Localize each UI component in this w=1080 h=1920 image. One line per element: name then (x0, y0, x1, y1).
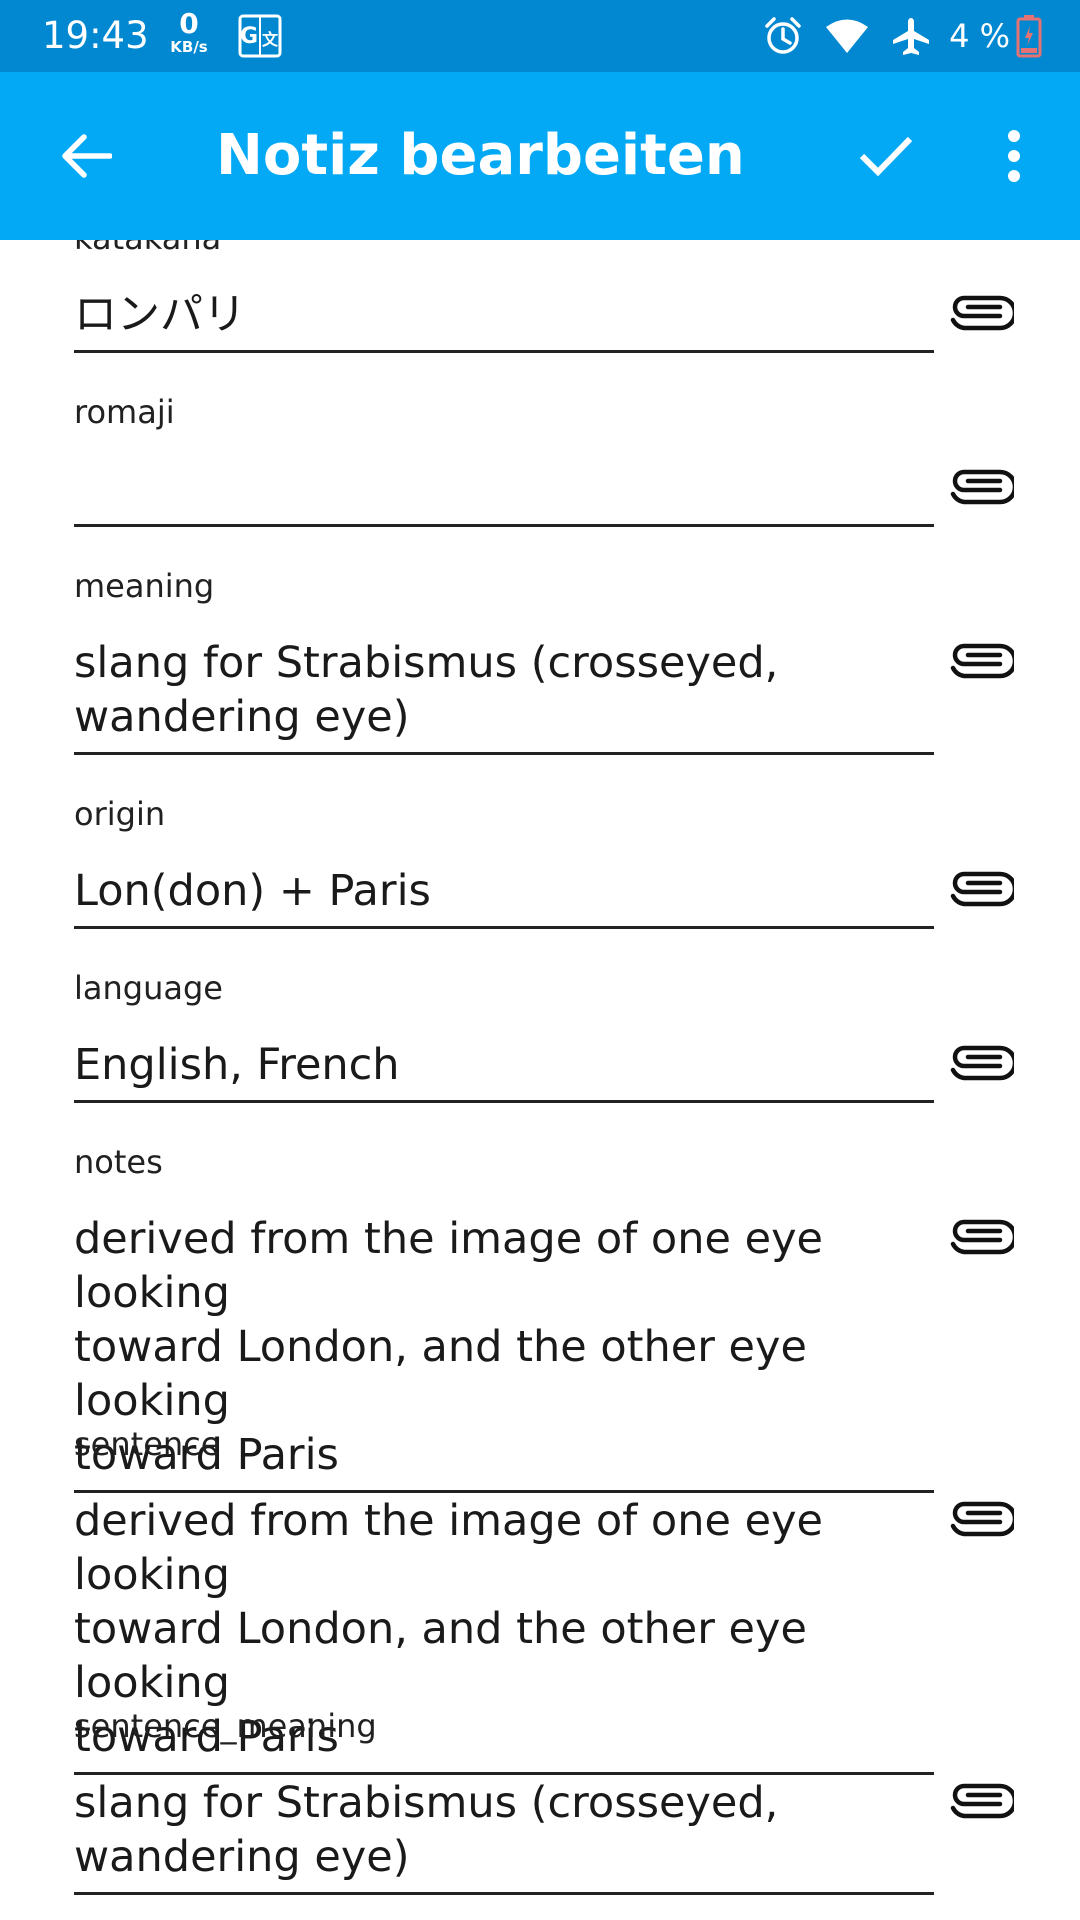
paperclip-icon[interactable] (950, 1040, 1018, 1086)
field-romaji: romaji (0, 382, 1080, 556)
field-input[interactable]: ロンパリ (74, 288, 934, 353)
field-notes: notes derived from the image of one eye … (0, 1132, 1080, 1493)
field-sentence-meaning: sentence_meaning slang for Strabismus (c… (0, 1696, 1080, 1920)
field-input[interactable]: English, French (74, 1038, 934, 1103)
paperclip-icon[interactable] (950, 1214, 1018, 1260)
google-translate-icon: G 文 (238, 14, 282, 58)
field-katakana: katakana ロンパリ (0, 240, 1080, 382)
field-meaning: meaning slang for Strabismus (crosseyed,… (0, 556, 1080, 784)
more-options-button[interactable] (976, 118, 1052, 194)
wifi-icon (825, 18, 869, 54)
paperclip-icon[interactable] (950, 1496, 1018, 1542)
field-sentence: sentence derived from the image of one e… (0, 1414, 1080, 1775)
status-icons: 4 % (741, 14, 1042, 58)
svg-text:G: G (240, 24, 258, 49)
field-label: sentence_meaning (74, 1707, 377, 1745)
arrow-back-icon (62, 134, 112, 178)
alarm-icon (763, 16, 803, 56)
battery-low-icon (1016, 14, 1042, 58)
app-bar: Notiz bearbeiten (0, 72, 1080, 240)
field-label: language (74, 969, 223, 1007)
field-label: romaji (74, 393, 175, 431)
field-origin: origin Lon(don) + Paris (0, 784, 1080, 958)
network-speed: 0 KB/s (162, 10, 216, 55)
note-editor-content[interactable]: katakana ロンパリ romaji meaning slang for S… (0, 240, 1080, 1920)
field-input[interactable]: slang for Strabismus (crosseyed, wanderi… (74, 1776, 934, 1895)
field-list: katakana ロンパリ romaji meaning slang for S… (0, 240, 1080, 1920)
field-label: notes (74, 1143, 163, 1181)
paperclip-icon[interactable] (950, 464, 1018, 510)
field-input[interactable] (74, 462, 934, 527)
network-speed-value: 0 (179, 7, 199, 40)
network-speed-unit: KB/s (170, 38, 208, 56)
airplane-icon (891, 16, 931, 56)
page-title: Notiz bearbeiten (216, 123, 745, 188)
field-language: language English, French (0, 958, 1080, 1132)
svg-text:文: 文 (262, 30, 279, 49)
field-input[interactable]: Lon(don) + Paris (74, 864, 934, 929)
back-button[interactable] (48, 118, 124, 194)
more-vert-icon (1008, 130, 1020, 182)
field-label: katakana (74, 240, 221, 258)
battery-percentage: 4 % (949, 17, 1010, 55)
paperclip-icon[interactable] (950, 638, 1018, 684)
paperclip-icon[interactable] (950, 1778, 1018, 1824)
status-bar: 19:43 0 KB/s G 文 4 % (0, 0, 1080, 72)
paperclip-icon[interactable] (950, 866, 1018, 912)
status-time: 19:43 (42, 14, 149, 57)
save-button[interactable] (848, 118, 924, 194)
field-input[interactable]: slang for Strabismus (crosseyed, wanderi… (74, 636, 934, 755)
field-label: origin (74, 795, 166, 833)
checkmark-icon (859, 136, 913, 177)
field-label: sentence (74, 1425, 221, 1463)
paperclip-icon[interactable] (950, 290, 1018, 336)
field-label: meaning (74, 567, 215, 605)
